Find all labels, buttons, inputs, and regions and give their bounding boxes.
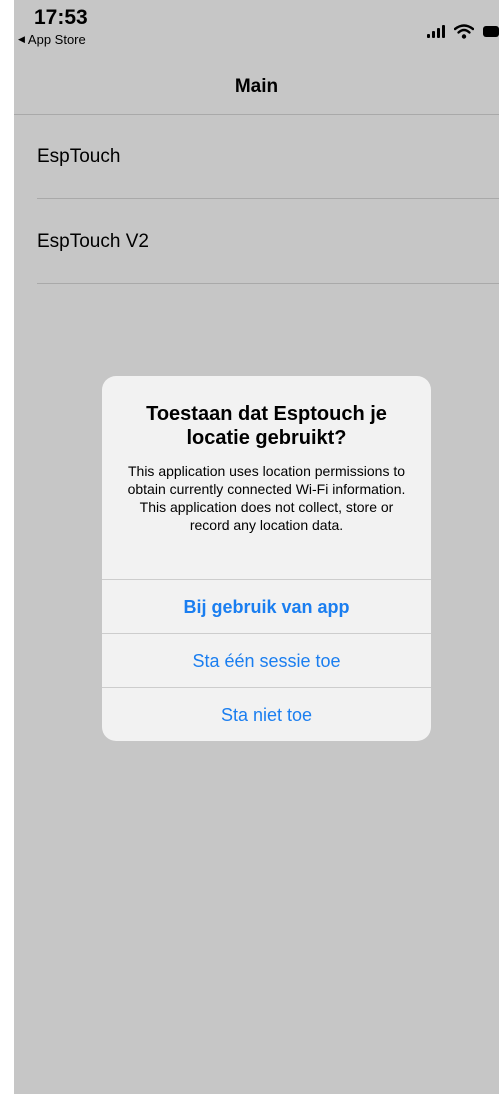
allow-once-button[interactable]: Sta één sessie toe: [102, 633, 431, 688]
location-permission-alert: Toestaan dat Esptouch je locatie gebruik…: [102, 376, 431, 741]
phone-screen: 17:53 ◀ App Store Main EspTouch EspTouch…: [14, 0, 499, 1094]
dont-allow-button[interactable]: Sta niet toe: [102, 687, 431, 741]
alert-message: This application uses location permissio…: [127, 463, 406, 533]
allow-while-using-app-button[interactable]: Bij gebruik van app: [102, 579, 431, 634]
alert-title: Toestaan dat Esptouch je locatie gebruik…: [146, 403, 387, 449]
